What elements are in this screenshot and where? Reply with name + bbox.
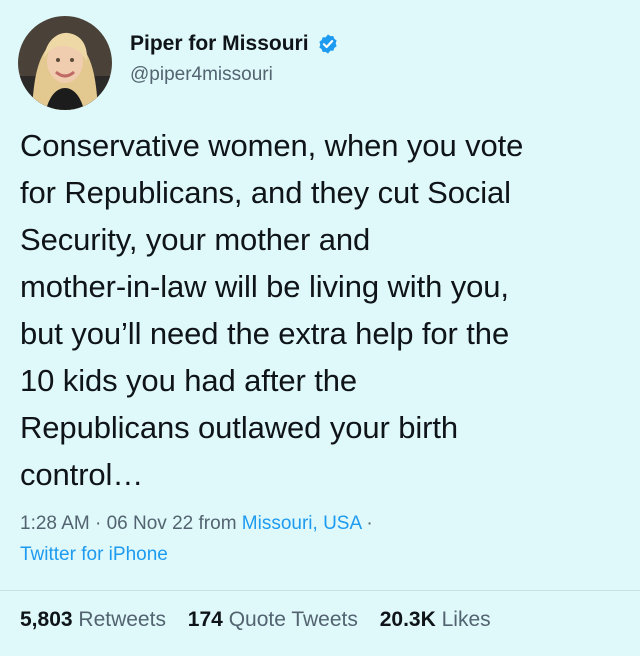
tweet-header: Piper for Missouri @piper4missouri	[18, 16, 339, 110]
tweet-source-link[interactable]: Twitter for iPhone	[20, 544, 168, 565]
likes-label: Likes	[441, 608, 491, 631]
likes-count: 20.3K	[379, 608, 436, 631]
tweet-meta: 1:28 AM · 06 Nov 22 from Missouri, USA ·…	[20, 508, 620, 570]
from-label: from	[198, 513, 242, 534]
avatar-image	[18, 16, 112, 110]
tweet-card: Piper for Missouri @piper4missouri Conse…	[0, 0, 640, 656]
tweet-stats: 5,803 Retweets 174 Quote Tweets 20.3K Li…	[20, 608, 507, 632]
meta-separator: ·	[95, 513, 107, 534]
likes-stat[interactable]: 20.3K Likes	[380, 608, 491, 631]
tweet-date[interactable]: 06 Nov 22	[107, 513, 194, 534]
divider	[0, 590, 640, 591]
display-name-row: Piper for Missouri	[130, 32, 339, 56]
tweet-location-link[interactable]: Missouri, USA	[242, 513, 361, 534]
retweets-stat[interactable]: 5,803 Retweets	[20, 608, 166, 631]
tweet-time[interactable]: 1:28 AM	[20, 513, 90, 534]
avatar[interactable]	[18, 16, 112, 110]
quote-tweets-label: Quote Tweets	[228, 608, 358, 631]
tweet-text: Conservative women, when you vote for Re…	[20, 128, 524, 492]
retweets-count: 5,803	[20, 608, 73, 631]
quote-tweets-stat[interactable]: 174 Quote Tweets	[188, 608, 358, 631]
quote-tweets-count: 174	[187, 608, 223, 631]
verified-badge-icon	[318, 34, 337, 54]
author-handle[interactable]: @piper4missouri	[130, 64, 339, 86]
display-name[interactable]: Piper for Missouri	[130, 32, 309, 56]
author-names: Piper for Missouri @piper4missouri	[130, 32, 339, 86]
retweets-label: Retweets	[78, 608, 166, 631]
meta-separator: ·	[366, 513, 373, 534]
